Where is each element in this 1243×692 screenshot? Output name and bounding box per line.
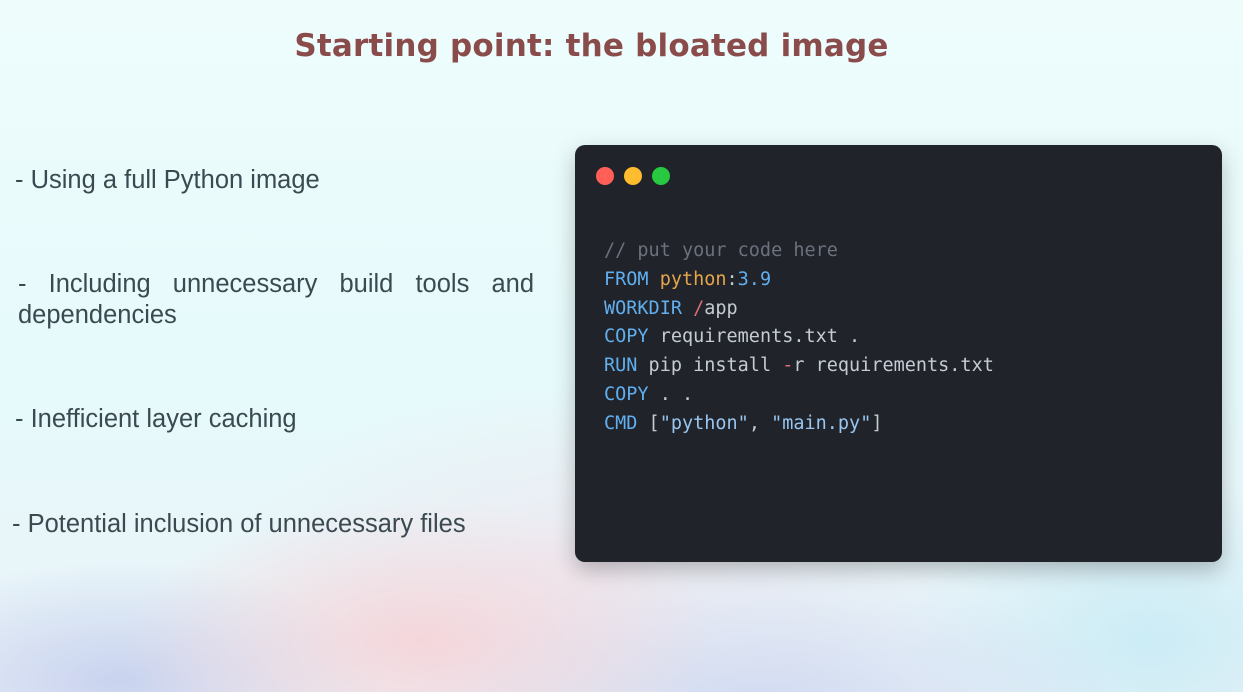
code-token-string: "python" [659, 412, 749, 434]
bullet-unnecessary-files: - Potential inclusion of unnecessary fil… [12, 510, 466, 538]
close-dot-icon[interactable] [596, 167, 614, 185]
code-line: RUN pip install -r requirements.txt [604, 352, 994, 381]
code-token-keyword: WORKDIR [604, 297, 682, 319]
bullet-inefficient-layer-caching: - Inefficient layer caching [15, 405, 297, 433]
slide-title: Starting point: the bloated image [294, 28, 889, 64]
code-token-image_name: python [659, 268, 727, 290]
code-line: WORKDIR /app [604, 295, 994, 324]
code-token-plain: pip install [637, 355, 783, 377]
code-token-string: "main.py" [771, 412, 872, 434]
code-token-keyword: FROM [604, 268, 649, 290]
dockerfile-code-block: // put your code here FROM python:3.9 WORK… [604, 237, 994, 439]
code-token-keyword: RUN [604, 355, 638, 377]
code-token-operator: / [693, 297, 705, 319]
maximize-dot-icon[interactable] [652, 167, 670, 185]
code-line: COPY requirements.txt . [604, 323, 994, 352]
bullet-unnecessary-build-tools: - Including unnecessary build tools and … [18, 270, 534, 329]
code-token-plain: : [726, 268, 738, 290]
window-controls [596, 167, 670, 185]
code-token-keyword: COPY [604, 326, 649, 348]
code-line: FROM python:3.9 [604, 266, 994, 295]
code-token-keyword: CMD [604, 412, 638, 434]
code-token-plain: . . [648, 383, 694, 405]
code-token-plain: r requirements.txt [793, 355, 994, 377]
code-line: // put your code here [604, 237, 994, 266]
bullet-full-python-image: - Using a full Python image [15, 166, 320, 194]
minimize-dot-icon[interactable] [624, 167, 642, 185]
code-token-operator: - [782, 355, 794, 377]
code-token-plain: [ [637, 412, 660, 434]
code-token-number: 3.9 [737, 268, 772, 290]
code-token-keyword: COPY [604, 383, 649, 405]
code-token-plain: ] [871, 412, 883, 434]
code-token-comment: // put your code here [604, 240, 838, 261]
code-token-plain: app [704, 297, 738, 319]
code-token-plain: , [748, 412, 772, 434]
code-token-plain: requirements.txt . [648, 326, 861, 348]
code-line: CMD ["python", "main.py"] [604, 410, 994, 439]
code-window: // put your code here FROM python:3.9 WORK… [575, 145, 1222, 562]
code-line: COPY . . [604, 381, 994, 410]
